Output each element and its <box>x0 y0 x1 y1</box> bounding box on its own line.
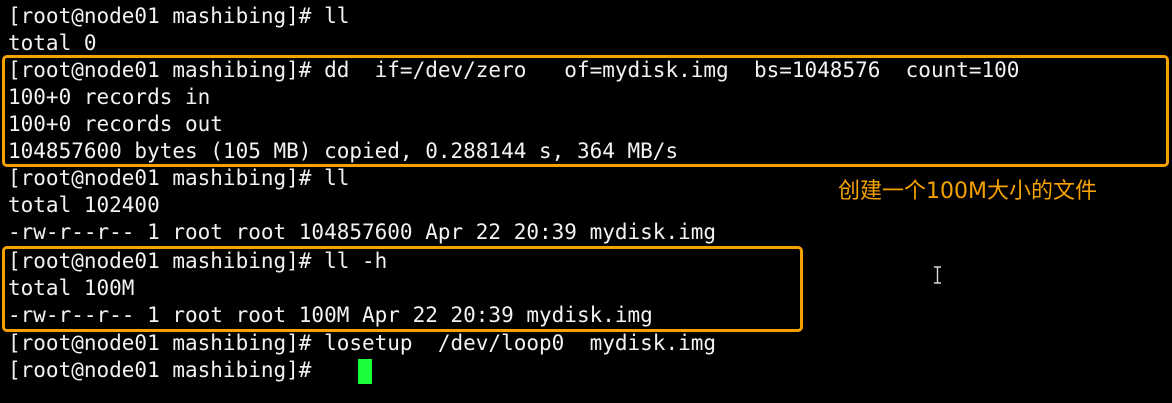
terminal-cursor <box>358 359 372 384</box>
terminal-line-file-listing: -rw-r--r-- 1 root root 104857600 Apr 22 … <box>8 220 717 244</box>
annotation-note: 创建一个100M大小的文件 <box>838 179 1097 204</box>
highlight-box-ll-h <box>2 246 803 332</box>
text-cursor-icon <box>934 266 941 284</box>
terminal-line-current-prompt: [root@node01 mashibing]# <box>8 358 325 382</box>
terminal-window[interactable]: [root@node01 mashibing]# ll total 0 [roo… <box>0 0 1172 403</box>
terminal-line-total-2: total 102400 <box>8 193 160 217</box>
terminal-line-prompt-ll: [root@node01 mashibing]# ll <box>8 4 350 28</box>
terminal-line-prompt-ll-2: [root@node01 mashibing]# ll <box>8 166 350 190</box>
terminal-line-total: total 0 <box>8 31 97 55</box>
terminal-line-losetup: [root@node01 mashibing]# losetup /dev/lo… <box>8 331 717 355</box>
highlight-box-dd <box>2 55 1169 167</box>
